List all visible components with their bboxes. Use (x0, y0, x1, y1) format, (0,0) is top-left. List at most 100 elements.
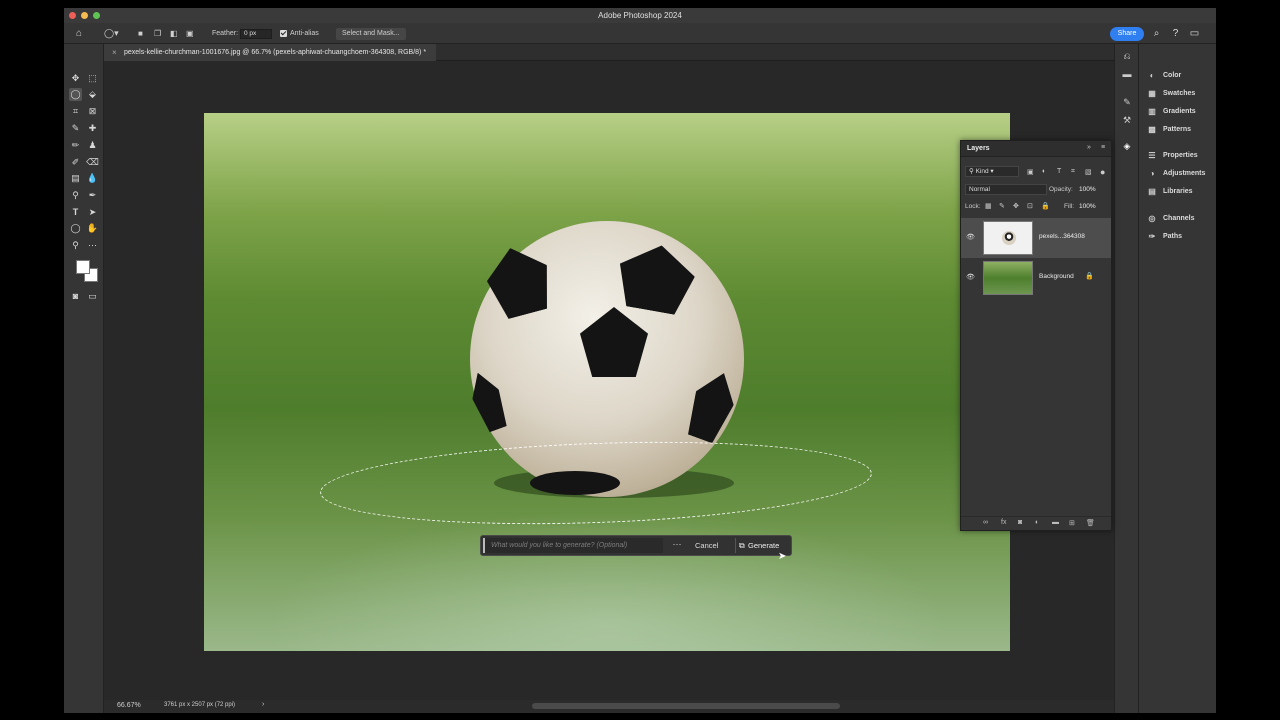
filter-adjustment-icon[interactable]: ◐ (1042, 168, 1046, 175)
eyedropper-tool-icon[interactable]: ✎ (69, 122, 82, 135)
adjust-icon[interactable]: ⚒ (1121, 114, 1133, 126)
adjustment-layer-icon[interactable]: ◐ (1035, 519, 1039, 526)
collapse-panel-icon[interactable]: » (1087, 144, 1091, 151)
zoom-tool-icon[interactable]: ⚲ (69, 239, 82, 252)
visibility-eye-icon[interactable]: 👁 (966, 273, 975, 281)
frame-tool-icon[interactable]: ⊠ (86, 105, 99, 118)
document-image[interactable] (204, 113, 1010, 651)
feather-input[interactable]: 0 px (240, 28, 272, 39)
new-selection-icon[interactable]: ■ (138, 28, 143, 39)
screen-mode-icon[interactable]: ▭ (86, 290, 99, 303)
eraser-tool-icon[interactable]: ⌫ (86, 156, 99, 169)
crop-tool-icon[interactable]: ⌗ (69, 105, 82, 118)
panel-adjustments[interactable]: ◑ Adjustments (1147, 167, 1206, 179)
panel-properties[interactable]: ☰ Properties (1147, 149, 1197, 161)
layer-lock-icon[interactable]: 🔒 (1085, 272, 1094, 280)
close-tab-icon[interactable]: × (112, 44, 117, 61)
filter-pixel-icon[interactable]: ▣ (1027, 168, 1034, 176)
horizontal-scrollbar[interactable] (532, 703, 840, 709)
filter-type-icon[interactable]: T (1057, 168, 1061, 175)
hand-tool-icon[interactable]: ✋ (86, 222, 99, 235)
status-arrow-icon[interactable]: › (262, 701, 264, 708)
stamp-tool-icon[interactable]: ♟ (86, 139, 99, 152)
pen-tool-icon[interactable]: ✒ (86, 189, 99, 202)
brush-tool-icon[interactable]: ✏ (69, 139, 82, 152)
link-layers-icon[interactable]: ∞ (983, 519, 988, 526)
search-icon[interactable]: ⌕ (1151, 28, 1162, 39)
add-mask-icon[interactable]: ◙ (1018, 519, 1022, 526)
share-button[interactable]: Share (1110, 27, 1144, 41)
gradient-tool-icon[interactable]: ▤ (69, 172, 82, 185)
app-title: Adobe Photoshop 2024 (598, 11, 682, 20)
status-bar: 66.67% 3761 px x 2507 px (72 ppi) › (104, 700, 1114, 713)
group-icon[interactable]: ▬ (1052, 519, 1059, 526)
panel-paths[interactable]: ✑ Paths (1147, 230, 1182, 242)
lasso-preset-icon[interactable]: ◯▾ (104, 28, 119, 39)
blur-tool-icon[interactable]: 💧 (86, 172, 99, 185)
lock-position-icon[interactable]: ✥ (1013, 202, 1019, 210)
panel-gradients[interactable]: ▥ Gradients (1147, 105, 1195, 117)
panel-icon-strip: ⎌ ▬ ✎ ⚒ ◈ (1114, 44, 1138, 713)
home-icon[interactable]: ⌂ (76, 28, 82, 39)
generate-prompt-input[interactable]: What would you like to generate? (Option… (483, 538, 663, 553)
filter-smart-object-icon[interactable]: ▧ (1085, 168, 1092, 176)
filter-toggle-icon[interactable]: ● (1100, 167, 1105, 177)
visibility-eye-icon[interactable]: 👁 (966, 233, 975, 241)
panel-swatches[interactable]: ▦ Swatches (1147, 87, 1195, 99)
panel-channels[interactable]: ◎ Channels (1147, 212, 1195, 224)
lock-transparency-icon[interactable]: ▦ (985, 202, 992, 210)
healing-tool-icon[interactable]: ✚ (86, 122, 99, 135)
more-options-button[interactable]: ··· (668, 537, 686, 554)
document-tab[interactable]: × pexels-kellie-churchman-1001676.jpg @ … (104, 44, 437, 61)
dodge-tool-icon[interactable]: ⚲ (69, 189, 82, 202)
brush-settings-icon[interactable]: ✎ (1121, 96, 1133, 108)
paths-icon: ✑ (1148, 231, 1156, 241)
foreground-color-swatch[interactable] (76, 260, 90, 274)
workspace-icon[interactable]: ▭ (1189, 28, 1200, 39)
layer-row[interactable]: 👁 Background 🔒 (961, 258, 1111, 298)
anti-alias-checkbox[interactable]: Anti-alias (280, 28, 319, 39)
layers-panel-title[interactable]: Layers (967, 145, 990, 152)
layer-row[interactable]: 👁 pexels...364308 (961, 218, 1111, 258)
history-brush-icon[interactable]: ✐ (69, 156, 82, 169)
layers-icon[interactable]: ◈ (1121, 140, 1133, 152)
lock-all-icon[interactable]: 🔒 (1041, 202, 1050, 210)
ellipse-tool-icon[interactable]: ◯ (69, 222, 82, 235)
zoom-level[interactable]: 66.67% (117, 702, 141, 709)
delete-layer-icon[interactable]: 🗑 (1086, 519, 1095, 527)
comments-icon[interactable]: ▬ (1121, 68, 1133, 80)
marquee-tool-icon[interactable]: ⬚ (86, 72, 99, 85)
anti-alias-label: Anti-alias (290, 30, 319, 37)
layers-panel: Layers » ≡ ⚲ Kind ▾ ▣ ◐ T ⌗ ▧ ● Normal O… (960, 140, 1112, 531)
history-icon[interactable]: ⎌ (1121, 50, 1133, 62)
panel-color[interactable]: ◐ Color (1147, 69, 1182, 81)
lock-pixels-icon[interactable]: ✎ (999, 202, 1005, 210)
add-selection-icon[interactable]: ❐ (154, 28, 161, 39)
fill-value[interactable]: 100% (1079, 203, 1096, 210)
panel-libraries[interactable]: ▤ Libraries (1147, 185, 1192, 197)
lock-label: Lock: (965, 203, 981, 210)
intersect-selection-icon[interactable]: ▣ (186, 28, 194, 39)
layer-style-icon[interactable]: fx (1001, 519, 1006, 526)
layer-thumbnail (983, 261, 1033, 295)
quick-mask-icon[interactable]: ◙ (69, 290, 82, 303)
panel-patterns[interactable]: ▩ Patterns (1147, 123, 1191, 135)
lock-artboard-icon[interactable]: ⊡ (1027, 202, 1033, 210)
new-layer-icon[interactable]: ⊞ (1069, 519, 1075, 527)
cancel-button[interactable]: Cancel (695, 539, 718, 552)
move-tool-icon[interactable]: ✥ (69, 72, 82, 85)
lasso-tool-icon[interactable]: ◯ (69, 88, 82, 101)
layers-panel-footer: ∞ fx ◙ ◐ ▬ ⊞ 🗑 (961, 516, 1111, 530)
type-tool-icon[interactable]: T (69, 206, 82, 219)
panel-menu-icon[interactable]: ≡ (1101, 144, 1105, 151)
object-select-tool-icon[interactable]: ⬙ (86, 88, 99, 101)
filter-kind-select[interactable]: ⚲ Kind ▾ (965, 166, 1019, 177)
path-select-tool-icon[interactable]: ➤ (86, 206, 99, 219)
filter-shape-icon[interactable]: ⌗ (1071, 168, 1075, 176)
select-and-mask-button[interactable]: Select and Mask... (336, 27, 406, 40)
opacity-value[interactable]: 100% (1079, 186, 1096, 193)
more-tools-icon[interactable]: ⋯ (86, 239, 99, 252)
help-icon[interactable]: ? (1170, 28, 1181, 39)
blend-mode-select[interactable]: Normal (965, 184, 1047, 195)
subtract-selection-icon[interactable]: ◧ (170, 28, 178, 39)
